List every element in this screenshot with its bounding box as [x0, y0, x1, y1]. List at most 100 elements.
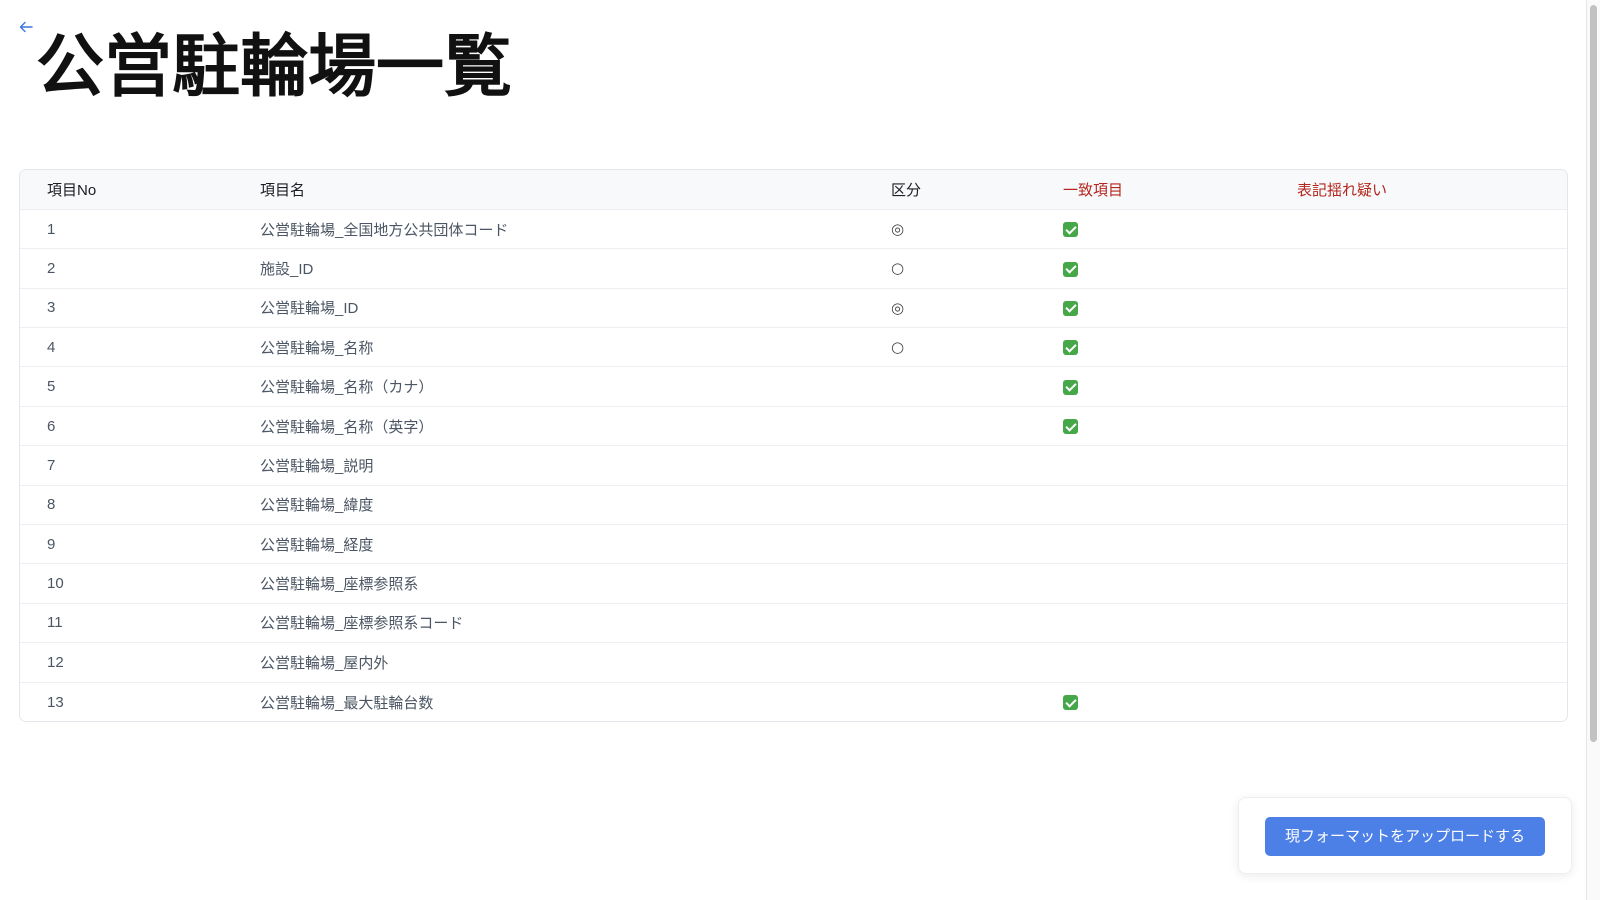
item-name: 公営駐輪場_緯度 — [233, 485, 864, 526]
item-no: 2 — [20, 248, 233, 289]
table-row: 10 公営駐輪場_座標参照系 — [20, 563, 1567, 604]
category-symbol — [864, 524, 1036, 565]
table-row: 12 公営駐輪場_屋内外 — [20, 642, 1567, 683]
variant-cell — [1270, 445, 1567, 486]
items-table: 項目No 項目名 区分 一致項目 表記揺れ疑い 1 公営駐輪場_全国地方公共団体… — [19, 169, 1568, 723]
item-no: 7 — [20, 445, 233, 486]
variant-cell — [1270, 524, 1567, 565]
match-cell — [1036, 682, 1270, 721]
category-symbol: ◎ — [864, 288, 1036, 329]
item-no: 1 — [20, 209, 233, 250]
variant-cell — [1270, 682, 1567, 721]
check-mark-icon — [1063, 340, 1078, 356]
column-header-no: 項目No — [20, 170, 233, 210]
item-name: 公営駐輪場_座標参照系コード — [233, 603, 864, 644]
item-name: 公営駐輪場_名称（英字） — [233, 406, 864, 447]
upload-panel: 現フォーマットをアップロードする — [1238, 797, 1572, 874]
item-no: 10 — [20, 563, 233, 604]
match-cell — [1036, 563, 1270, 604]
match-cell — [1036, 603, 1270, 644]
variant-cell — [1270, 485, 1567, 526]
item-name: 公営駐輪場_ID — [233, 288, 864, 329]
variant-cell — [1270, 248, 1567, 289]
item-no: 13 — [47, 693, 64, 711]
match-cell — [1036, 485, 1270, 526]
variant-cell — [1270, 327, 1567, 368]
back-button[interactable] — [19, 21, 35, 35]
item-name: 公営駐輪場_最大駐輪台数 — [260, 694, 434, 712]
item-name: 公営駐輪場_説明 — [233, 445, 864, 486]
arrow-left-icon[interactable] — [19, 21, 33, 33]
item-no: 8 — [20, 485, 233, 526]
category-symbol — [864, 682, 1036, 721]
item-no: 3 — [20, 288, 233, 329]
check-mark-icon — [1063, 222, 1078, 238]
table-row: 6 公営駐輪場_名称（英字） — [20, 406, 1567, 447]
item-no: 9 — [20, 524, 233, 565]
item-name: 公営駐輪場_名称 — [233, 327, 864, 368]
item-name: 公営駐輪場_全国地方公共団体コード — [233, 209, 864, 250]
column-header-variant: 表記揺れ疑い — [1270, 170, 1567, 210]
check-mark-icon — [1063, 300, 1078, 316]
table-row: 5 公営駐輪場_名称（カナ） — [20, 366, 1567, 407]
items-table-grid: 項目No 項目名 区分 一致項目 表記揺れ疑い 1 公営駐輪場_全国地方公共団体… — [20, 170, 1567, 721]
match-cell — [1036, 327, 1270, 368]
match-cell — [1036, 524, 1270, 565]
column-header-category: 区分 — [864, 170, 1036, 210]
category-symbol — [864, 485, 1036, 526]
item-no: 12 — [20, 642, 233, 683]
item-no: 6 — [20, 406, 233, 447]
item-no: 4 — [20, 327, 233, 368]
column-header-match: 一致項目 — [1036, 170, 1270, 210]
table-row: 9 公営駐輪場_経度 — [20, 524, 1567, 565]
category-symbol — [864, 366, 1036, 407]
match-cell — [1036, 366, 1270, 407]
category-symbol — [864, 642, 1036, 683]
check-mark-icon — [1063, 695, 1078, 711]
match-cell — [1036, 209, 1270, 250]
match-cell — [1036, 288, 1270, 329]
scrollbar-thumb[interactable] — [1590, 5, 1597, 742]
item-name: 公営駐輪場_経度 — [233, 524, 864, 565]
match-cell — [1036, 445, 1270, 486]
check-mark-icon — [1063, 261, 1078, 277]
category-symbol — [864, 445, 1036, 486]
category-symbol — [864, 563, 1036, 604]
upload-format-button[interactable]: 現フォーマットをアップロードする — [1265, 817, 1545, 856]
table-header-row: 項目No 項目名 区分 一致項目 表記揺れ疑い — [20, 170, 1567, 210]
variant-cell — [1270, 366, 1567, 407]
check-mark-icon — [1063, 379, 1078, 395]
variant-cell — [1270, 563, 1567, 604]
item-name: 施設_ID — [233, 248, 864, 289]
table-row: 7 公営駐輪場_説明 — [20, 445, 1567, 486]
page-title: 公営駐輪場一覧 — [36, 29, 513, 105]
category-symbol: ○ — [864, 327, 1036, 368]
category-symbol: ◎ — [864, 209, 1036, 250]
category-symbol: ○ — [864, 248, 1036, 289]
item-name: 公営駐輪場_名称（カナ） — [233, 366, 864, 407]
vertical-scrollbar[interactable] — [1586, 0, 1600, 900]
column-header-name: 項目名 — [233, 170, 864, 210]
check-mark-icon — [1063, 419, 1078, 435]
table-row: 13 公営駐輪場_最大駐輪台数 — [20, 682, 1567, 721]
table-row: 3 公営駐輪場_ID ◎ — [20, 288, 1567, 329]
variant-cell — [1270, 406, 1567, 447]
table-row: 11 公営駐輪場_座標参照系コード — [20, 603, 1567, 644]
item-name: 公営駐輪場_屋内外 — [233, 642, 864, 683]
table-row: 8 公営駐輪場_緯度 — [20, 485, 1567, 526]
variant-cell — [1270, 603, 1567, 644]
variant-cell — [1270, 642, 1567, 683]
item-name: 公営駐輪場_座標参照系 — [233, 563, 864, 604]
variant-cell — [1270, 209, 1567, 250]
category-symbol — [864, 406, 1036, 447]
item-no: 5 — [20, 366, 233, 407]
variant-cell — [1270, 288, 1567, 329]
table-row: 2 施設_ID ○ — [20, 248, 1567, 289]
match-cell — [1036, 642, 1270, 683]
match-cell — [1036, 406, 1270, 447]
table-row: 4 公営駐輪場_名称 ○ — [20, 327, 1567, 368]
item-no: 11 — [20, 603, 233, 644]
category-symbol — [864, 603, 1036, 644]
match-cell — [1036, 248, 1270, 289]
table-row: 1 公営駐輪場_全国地方公共団体コード ◎ — [20, 209, 1567, 250]
